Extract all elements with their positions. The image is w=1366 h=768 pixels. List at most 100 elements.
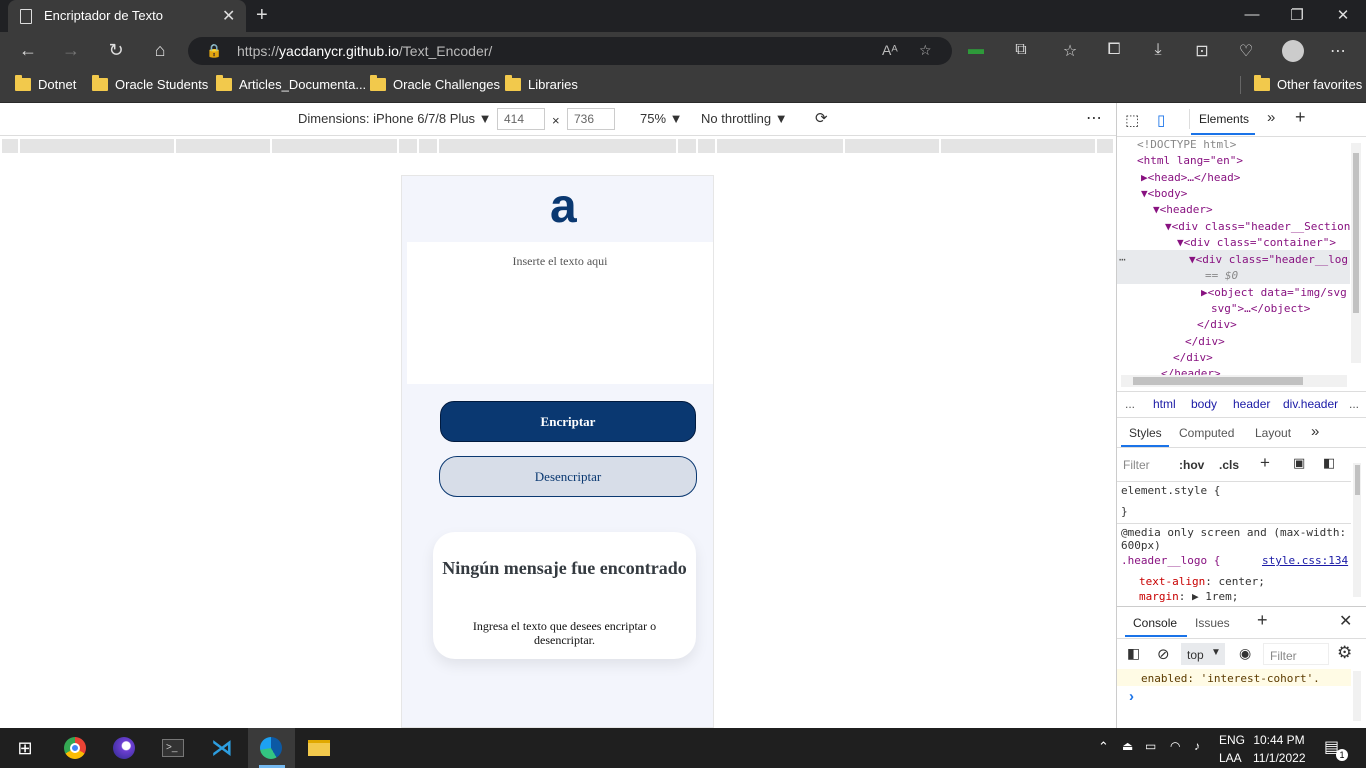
breadcrumb-html[interactable]: html [1153,397,1176,411]
chrome-icon[interactable] [62,736,88,760]
dom-line[interactable]: </div> [1185,335,1225,348]
new-style-rule-icon[interactable]: + [1260,453,1270,473]
back-icon[interactable]: ← [17,40,39,61]
device-toggle-icon[interactable]: ▯ [1157,111,1165,129]
hov-toggle[interactable]: :hov [1179,458,1204,472]
favorite-oracle-students[interactable]: Oracle Students [92,75,208,92]
cls-toggle[interactable]: .cls [1219,458,1239,472]
stylesheet-link[interactable]: style.css:134 [1262,554,1348,567]
extensions-icon[interactable]: ⧉ [1010,41,1032,59]
device-width-input[interactable]: 414 [497,108,545,130]
dom-line[interactable]: ▼<header> [1153,203,1213,216]
breadcrumb-body[interactable]: body [1191,397,1217,411]
dom-line[interactable]: svg">…</object> [1211,302,1310,315]
dom-line[interactable]: <html lang="en"> [1137,154,1243,167]
favorite-articles[interactable]: Articles_Documenta... [216,75,366,92]
clock[interactable]: 10:44 PM 11/1/2022 [1253,733,1306,765]
console-sidebar-icon[interactable]: ◧ [1127,645,1140,662]
lock-icon[interactable]: 🔒 [206,43,222,59]
device-toolbar-more-icon[interactable]: ⋯ [1086,108,1102,128]
console-filter-input[interactable]: Filter [1263,643,1329,665]
css-declaration[interactable]: margin: ▶ 1rem; [1139,590,1238,603]
styles-scrollbar-thumb[interactable] [1355,465,1360,495]
dom-scrollbar-thumb[interactable] [1353,153,1359,313]
refresh-icon[interactable]: ↻ [105,40,127,61]
battery-icon[interactable]: ▭ [1145,739,1156,753]
ruler-segment[interactable] [2,139,18,153]
ruler-segment[interactable] [20,139,174,153]
device-height-input[interactable]: 736 [567,108,615,130]
edge-icon[interactable] [258,736,284,760]
window-close-icon[interactable]: ✕ [1333,6,1353,24]
wifi-icon[interactable]: ◠ [1170,739,1180,753]
dom-line[interactable]: <!DOCTYPE html> [1137,138,1236,151]
clear-console-icon[interactable]: ⊘ [1157,645,1170,663]
console-scrollbar[interactable] [1353,671,1361,721]
console-settings-icon[interactable]: ⚙ [1337,643,1352,663]
read-aloud-icon[interactable]: Aᴬ [882,42,898,58]
new-tab-button[interactable]: + [256,4,268,27]
console-prompt[interactable]: › [1129,688,1134,705]
ruler-segment[interactable] [272,139,397,153]
file-explorer-icon[interactable] [306,736,332,760]
dom-line[interactable]: ▼<div class="container"> [1177,236,1336,249]
favorites-icon[interactable]: ☆ [1059,41,1081,61]
browser-tab[interactable]: Encriptador de Texto ✕ [8,0,246,32]
ruler-segment[interactable] [399,139,417,153]
forward-icon[interactable]: → [60,40,82,61]
volume-icon[interactable]: ♪ [1194,739,1200,753]
decrypt-button[interactable]: Desencriptar [439,456,697,497]
breadcrumb-header[interactable]: header [1233,397,1270,411]
device-dimensions-select[interactable]: Dimensions: iPhone 6/7/8 Plus ▼ [298,111,492,126]
usb-icon[interactable]: ⏏ [1122,739,1133,753]
dom-line[interactable]: ▼<body> [1141,187,1187,200]
breadcrumb[interactable]: ... [1349,397,1359,411]
tab-issues[interactable]: Issues [1195,616,1230,630]
minimize-icon[interactable]: — [1242,6,1262,23]
styles-filter-input[interactable]: Filter [1123,458,1150,472]
zoom-select[interactable]: 75% ▼ [640,111,683,126]
close-drawer-icon[interactable]: ✕ [1339,611,1352,631]
throttling-select[interactable]: No throttling ▼ [701,111,788,126]
tab-layout[interactable]: Layout [1255,426,1291,440]
show-hidden-icons[interactable]: ⌃ [1098,739,1109,755]
breadcrumb[interactable]: ... [1125,397,1135,411]
extension-icon[interactable]: ▬ [965,41,987,59]
ruler-segment[interactable] [845,139,939,153]
tab-close-icon[interactable]: ✕ [222,6,235,26]
terminal-icon[interactable]: >_ [160,736,186,760]
add-tab-icon[interactable]: + [1295,107,1306,128]
element-style-rule[interactable]: element.style { [1121,484,1220,497]
ruler-segment[interactable] [439,139,676,153]
screenshot-icon[interactable]: ⊡ [1191,41,1213,61]
url-text[interactable]: https://yacdanycr.github.io/Text_Encoder… [237,43,492,59]
dom-line[interactable]: ▶<head>…</head> [1141,171,1240,184]
sidebar-toggle-icon[interactable]: ◧ [1323,455,1335,471]
browser-essentials-icon[interactable]: ♡ [1235,41,1257,61]
css-declaration[interactable]: text-align: center; [1139,575,1265,588]
ruler-segment[interactable] [941,139,1095,153]
tab-console[interactable]: Console [1133,616,1177,630]
more-tabs-icon[interactable]: » [1267,109,1275,126]
encrypt-button[interactable]: Encriptar [440,401,696,442]
download-icon[interactable]: ⤓ [1147,41,1169,59]
more-style-tabs-icon[interactable]: » [1311,423,1319,440]
dom-hscrollbar-thumb[interactable] [1133,377,1303,385]
context-select[interactable]: top ▼ [1181,643,1225,665]
dom-line[interactable]: ▶<object data="img/svg [1201,286,1347,299]
ruler-segment[interactable] [717,139,843,153]
rotate-icon[interactable]: ⟳ [815,109,828,127]
ruler-segment[interactable] [1097,139,1113,153]
favorite-libraries[interactable]: Libraries [505,75,578,92]
profile-avatar[interactable] [1282,40,1304,62]
windows-start-icon[interactable]: ⊞ [12,736,38,760]
tab-computed[interactable]: Computed [1179,426,1234,440]
paint-brush-icon[interactable]: ▣ [1293,455,1305,471]
settings-more-icon[interactable]: ⋯ [1327,41,1349,61]
console-message[interactable]: enabled: 'interest-cohort'. [1141,672,1320,685]
live-expression-icon[interactable]: ◉ [1239,645,1251,662]
home-icon[interactable]: ⌂ [149,40,171,61]
vscode-icon[interactable]: ⋊ [209,735,235,760]
inspect-element-icon[interactable]: ⬚ [1125,111,1139,129]
tab-styles[interactable]: Styles [1129,426,1162,440]
